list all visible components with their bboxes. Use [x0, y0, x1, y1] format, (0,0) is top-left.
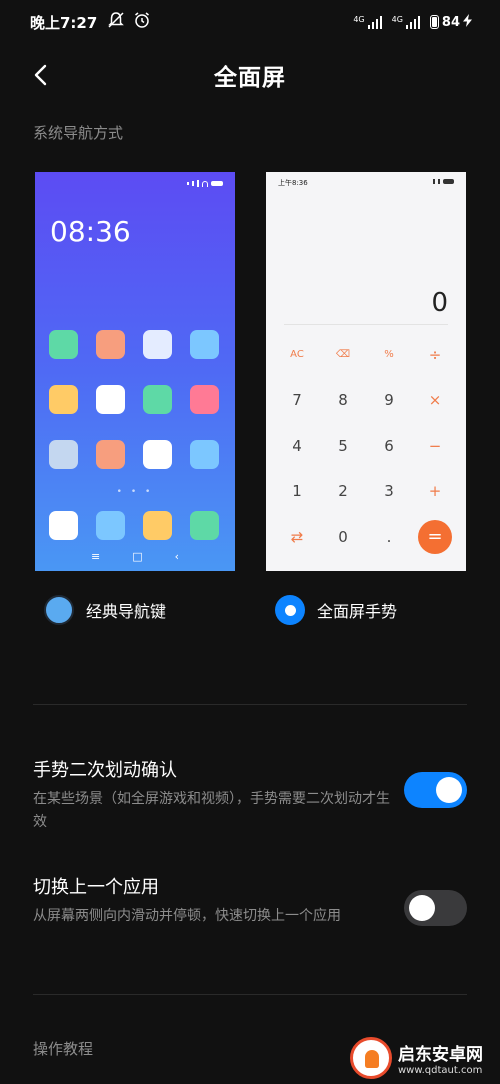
app-icon [143, 330, 172, 359]
calculator-divider [284, 324, 448, 325]
battery-level: 84 [441, 14, 460, 30]
app-icon [96, 330, 125, 359]
app-icon [143, 440, 172, 469]
app-grid [49, 330, 221, 469]
divider [33, 994, 467, 995]
dock-app-icon [96, 511, 125, 540]
calculator-key: . [386, 527, 392, 546]
dock-app-icon [49, 511, 78, 540]
divider [33, 704, 467, 705]
app-icon [190, 440, 219, 469]
chevron-left-icon[interactable] [30, 63, 54, 87]
app-icon [49, 440, 78, 469]
setting-description: 在某些场景（如全屏游戏和视频），手势需要二次划动才生效 [33, 791, 390, 830]
option-label: 经典导航键 [86, 602, 167, 621]
calculator-key: 8 [338, 391, 348, 410]
calculator-key: × [428, 391, 442, 410]
option-fullscreen-gesture[interactable]: 全面屏手势 [275, 595, 397, 625]
calculator-key: ÷ [428, 345, 442, 364]
calculator-key: AC [290, 349, 304, 361]
notification-muted-icon [107, 11, 125, 33]
setting-switch-last-app: 切换上一个应用 从屏幕两侧向内滑动并停顿，快速切换上一个应用 [33, 873, 467, 928]
calculator-key: ⌫ [335, 349, 351, 361]
header: 全面屏 [0, 50, 500, 100]
back-key-icon: ‹ [174, 550, 179, 563]
calculator-key: 1 [292, 482, 302, 501]
calculator-key: = [418, 519, 452, 554]
option-label: 全面屏手势 [317, 602, 398, 621]
setting-title: 手势二次划动确认 [33, 760, 177, 781]
app-icon [190, 330, 219, 359]
mini-status-icons [433, 179, 454, 184]
calculator-key: 6 [384, 436, 394, 455]
gesture-confirm-toggle[interactable] [404, 772, 467, 808]
app-icon [49, 330, 78, 359]
battery-icon [429, 15, 439, 29]
setting-gesture-confirm: 手势二次划动确认 在某些场景（如全屏游戏和视频），手势需要二次划动才生效 [33, 756, 467, 834]
app-icon [49, 385, 78, 414]
app-icon [143, 385, 172, 414]
signal-icon: 4G [353, 15, 382, 29]
watermark-logo-icon [350, 1037, 392, 1079]
calculator-key: 0 [338, 527, 348, 546]
calculator-key: ⇄ [290, 527, 304, 546]
dock-app-icon [190, 511, 219, 540]
option-classic-navigation[interactable]: 经典导航键 [44, 595, 166, 625]
alarm-icon [133, 11, 151, 33]
mini-status-icons [187, 180, 223, 187]
nav-keys: ≡ □ ‹ [35, 550, 235, 563]
radio-unselected-icon[interactable] [44, 595, 74, 625]
app-icon [96, 385, 125, 414]
calculator-key: 4 [292, 436, 302, 455]
section-title: 系统导航方式 [33, 124, 124, 142]
setting-title: 切换上一个应用 [33, 877, 159, 898]
home-icon: □ [132, 550, 143, 563]
dock-app-icon [143, 511, 172, 540]
calculator-key: + [428, 482, 442, 501]
app-dock [49, 511, 219, 540]
battery-indicator: 84 [429, 13, 472, 31]
calculator-keypad: AC ⌫% ÷ 7 8 9 × 4 5 6 − 1 2 3 + ⇄ 0. = [274, 332, 458, 560]
tutorial-section-title: 操作教程 [33, 1040, 94, 1058]
app-icon [96, 440, 125, 469]
charging-icon [463, 13, 472, 31]
watermark-url: www.qdtaut.com [398, 1065, 483, 1076]
calculator-key: % [384, 349, 394, 361]
watermark-name: 启东安卓网 [398, 1045, 483, 1065]
menu-icon: ≡ [90, 550, 101, 563]
signal-icon-2: 4G [392, 15, 420, 29]
radio-selected-icon[interactable] [275, 595, 305, 625]
calculator-key: 3 [384, 482, 394, 501]
page-title: 全面屏 [214, 65, 286, 91]
calculator-key: 5 [338, 436, 348, 455]
app-icon [190, 385, 219, 414]
calculator-key: 2 [338, 482, 348, 501]
preview-clock: 08:36 [50, 215, 131, 248]
setting-description: 从屏幕两侧向内滑动并停顿，快速切换上一个应用 [33, 908, 341, 924]
gesture-navigation-preview[interactable]: 上午8:36 0 AC ⌫% ÷ 7 8 9 × 4 5 6 − 1 2 3 + ⇄ 0. = [266, 172, 466, 571]
preview-time: 上午8:36 [278, 179, 308, 187]
calculator-key: 9 [384, 391, 394, 410]
classic-navigation-preview[interactable]: 08:36 • • • ≡ □ ‹ [35, 172, 235, 571]
switch-last-app-toggle[interactable] [404, 890, 467, 926]
status-time: 晚上7:27 [30, 13, 98, 32]
page-dots: • • • [116, 487, 154, 497]
watermark: 启东安卓网 www.qdtaut.com [350, 1035, 490, 1081]
calculator-key: 7 [292, 391, 302, 410]
calculator-key: − [428, 436, 442, 455]
calculator-display: 0 [431, 288, 448, 318]
status-bar: 晚上7:27 4G 4G 84 [0, 0, 500, 44]
